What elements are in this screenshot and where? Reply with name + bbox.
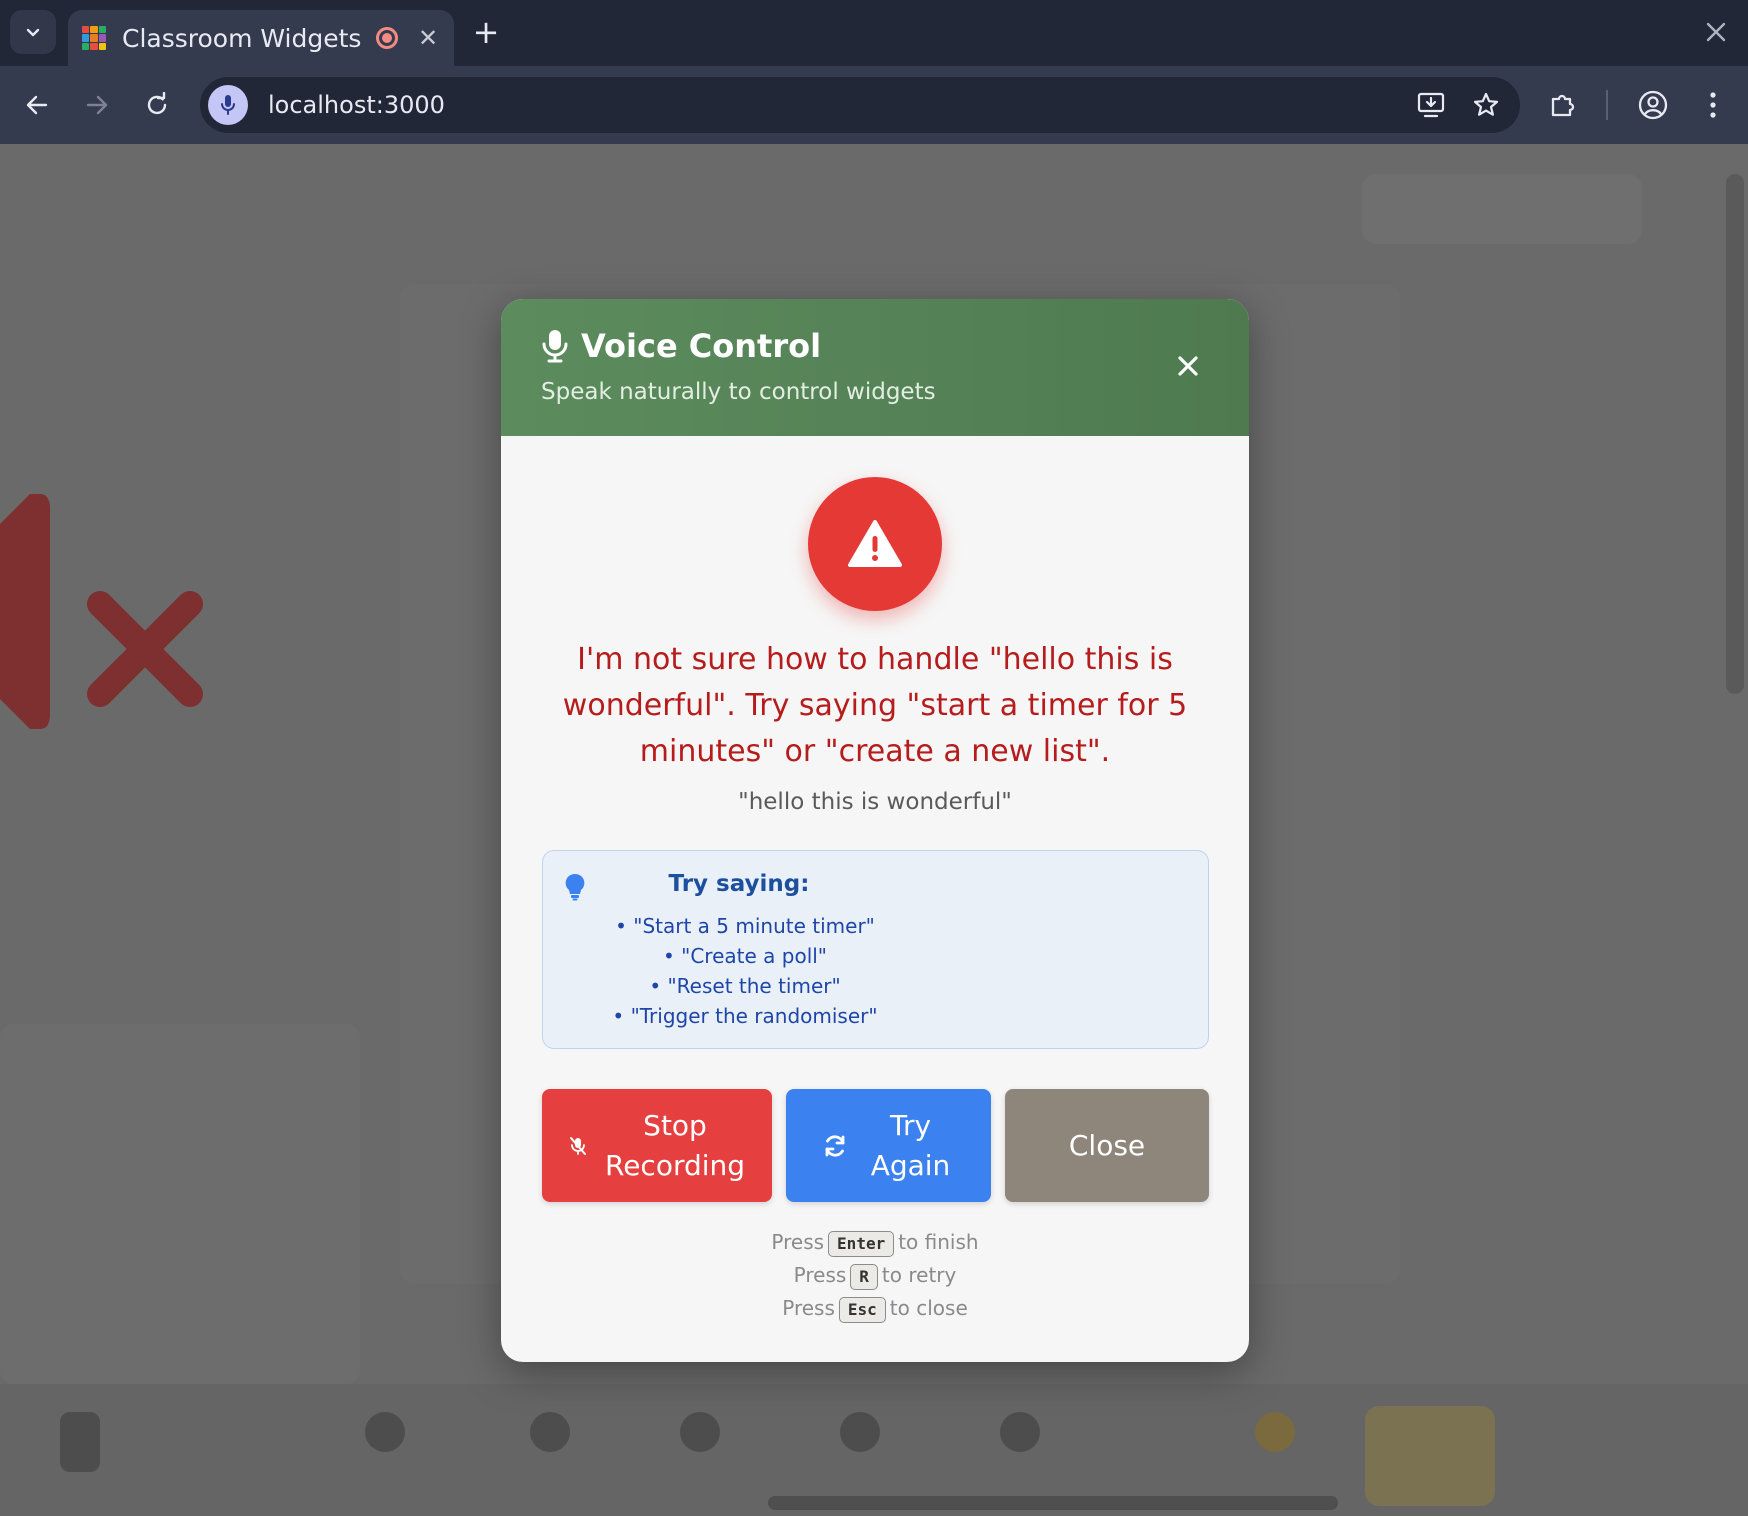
refresh-icon <box>825 1134 844 1157</box>
dialog-header: Voice Control Speak naturally to control… <box>501 299 1249 436</box>
suggestion-item: "Start a 5 minute timer" <box>543 911 947 941</box>
back-button[interactable] <box>16 84 58 126</box>
hint-suffix: to retry <box>881 1263 957 1287</box>
window-close-button[interactable] <box>1698 14 1734 50</box>
hint-prefix: Press <box>782 1296 835 1320</box>
close-icon <box>1178 356 1198 376</box>
mic-off-icon <box>570 1136 586 1155</box>
poll-icon <box>1000 1412 1040 1452</box>
dialog-close-button[interactable] <box>1173 351 1203 381</box>
keyboard-hint: Press Enter to finish <box>501 1226 1249 1259</box>
try-again-label: Try Again <box>870 1108 951 1182</box>
debug-panel-dimmed <box>1365 1406 1495 1506</box>
close-icon <box>1706 22 1726 42</box>
key-esc: Esc <box>838 1296 886 1323</box>
site-microphone-access-chip[interactable] <box>208 85 248 125</box>
list-icon <box>680 1412 720 1452</box>
close-label: Close <box>1068 1128 1146 1162</box>
hint-suffix: to finish <box>898 1230 979 1254</box>
app-favicon <box>82 26 106 50</box>
key-enter: Enter <box>828 1230 895 1257</box>
extensions-button[interactable] <box>1542 84 1584 126</box>
hint-prefix: Press <box>771 1230 825 1254</box>
suggestions-list: "Start a 5 minute timer" "Create a poll"… <box>543 911 947 1031</box>
address-bar[interactable]: localhost:3000 <box>200 77 1520 133</box>
key-r: R <box>850 1263 878 1290</box>
randomiser-icon <box>365 1412 405 1452</box>
forward-button[interactable] <box>76 84 118 126</box>
recording-indicator-icon <box>376 27 398 49</box>
tab-title: Classroom Widgets <box>122 23 362 53</box>
vertical-scrollbar[interactable] <box>1726 174 1744 694</box>
arrow-left-icon <box>26 95 48 115</box>
dialog-title: Voice Control <box>581 327 822 365</box>
keyboard-hint: Press Esc to close <box>501 1292 1249 1325</box>
microphone-icon <box>542 330 568 363</box>
suggestions-title: Try saying: <box>668 871 810 897</box>
hint-suffix: to close <box>889 1296 968 1320</box>
keyboard-hints: Press Enter to finish Press Rto retry Press… <box>501 1226 1249 1325</box>
browser-toolbar: localhost:3000 <box>0 66 1748 144</box>
heard-transcript: "hello this is wonderful" <box>738 789 1012 815</box>
url-text[interactable]: localhost:3000 <box>268 91 1412 119</box>
suggestion-item: "Reset the timer" <box>543 971 947 1001</box>
suggestion-item: "Trigger the randomiser" <box>543 1001 947 1031</box>
trash-icon <box>60 1412 100 1472</box>
voice-control-dialog: Voice Control Speak naturally to control… <box>501 299 1249 1362</box>
stop-recording-label: Stop Recording <box>605 1108 746 1182</box>
toolbar-divider <box>1606 90 1608 120</box>
suggestion-item: "Create a poll" <box>543 941 947 971</box>
stop-recording-button[interactable]: Stop Recording <box>542 1089 772 1202</box>
zoom-controls-dimmed <box>1362 174 1642 244</box>
browser-menu-button[interactable] <box>1692 84 1734 126</box>
muted-speaker-icon <box>0 494 203 729</box>
chevron-down-icon <box>26 28 40 37</box>
reload-button[interactable] <box>136 84 178 126</box>
error-status-badge <box>808 477 942 611</box>
profile-button[interactable] <box>1632 84 1674 126</box>
hint-prefix: Press <box>793 1263 847 1287</box>
puzzle-piece-icon <box>1551 94 1575 117</box>
image-widget-dimmed <box>0 1024 360 1384</box>
star-icon <box>1473 92 1499 116</box>
browser-tab[interactable]: Classroom Widgets ✕ <box>68 10 454 66</box>
close-button[interactable]: Close <box>1005 1089 1209 1202</box>
timer-icon <box>530 1412 570 1452</box>
keyboard-hint: Press Rto retry <box>501 1259 1249 1292</box>
account-circle-icon <box>1638 90 1668 120</box>
warning-triangle-icon <box>848 520 902 567</box>
dialog-subtitle: Speak naturally to control widgets <box>541 379 936 405</box>
more-vertical-icon <box>1710 92 1716 118</box>
tab-close-button[interactable]: ✕ <box>416 24 440 52</box>
browser-tab-bar: Classroom Widgets ✕ + <box>0 0 1748 66</box>
install-app-button[interactable] <box>1412 85 1452 125</box>
install-app-icon <box>1417 92 1445 118</box>
microphone-icon <box>221 95 235 115</box>
traffic-light-icon <box>840 1412 880 1452</box>
error-message: I'm not sure how to handle "hello this i… <box>562 642 1188 769</box>
suggestions-panel: Try saying: "Start a 5 minute timer" "Cr… <box>542 850 1209 1049</box>
horizontal-scrollbar[interactable] <box>768 1496 1338 1510</box>
tab-search-button[interactable] <box>10 10 56 54</box>
arrow-right-icon <box>86 95 108 115</box>
try-again-button[interactable]: Try Again <box>786 1089 991 1202</box>
reload-icon <box>147 92 167 115</box>
bookmark-button[interactable] <box>1466 85 1506 125</box>
new-tab-button[interactable]: + <box>468 14 504 52</box>
stickers-icon <box>1255 1412 1295 1452</box>
